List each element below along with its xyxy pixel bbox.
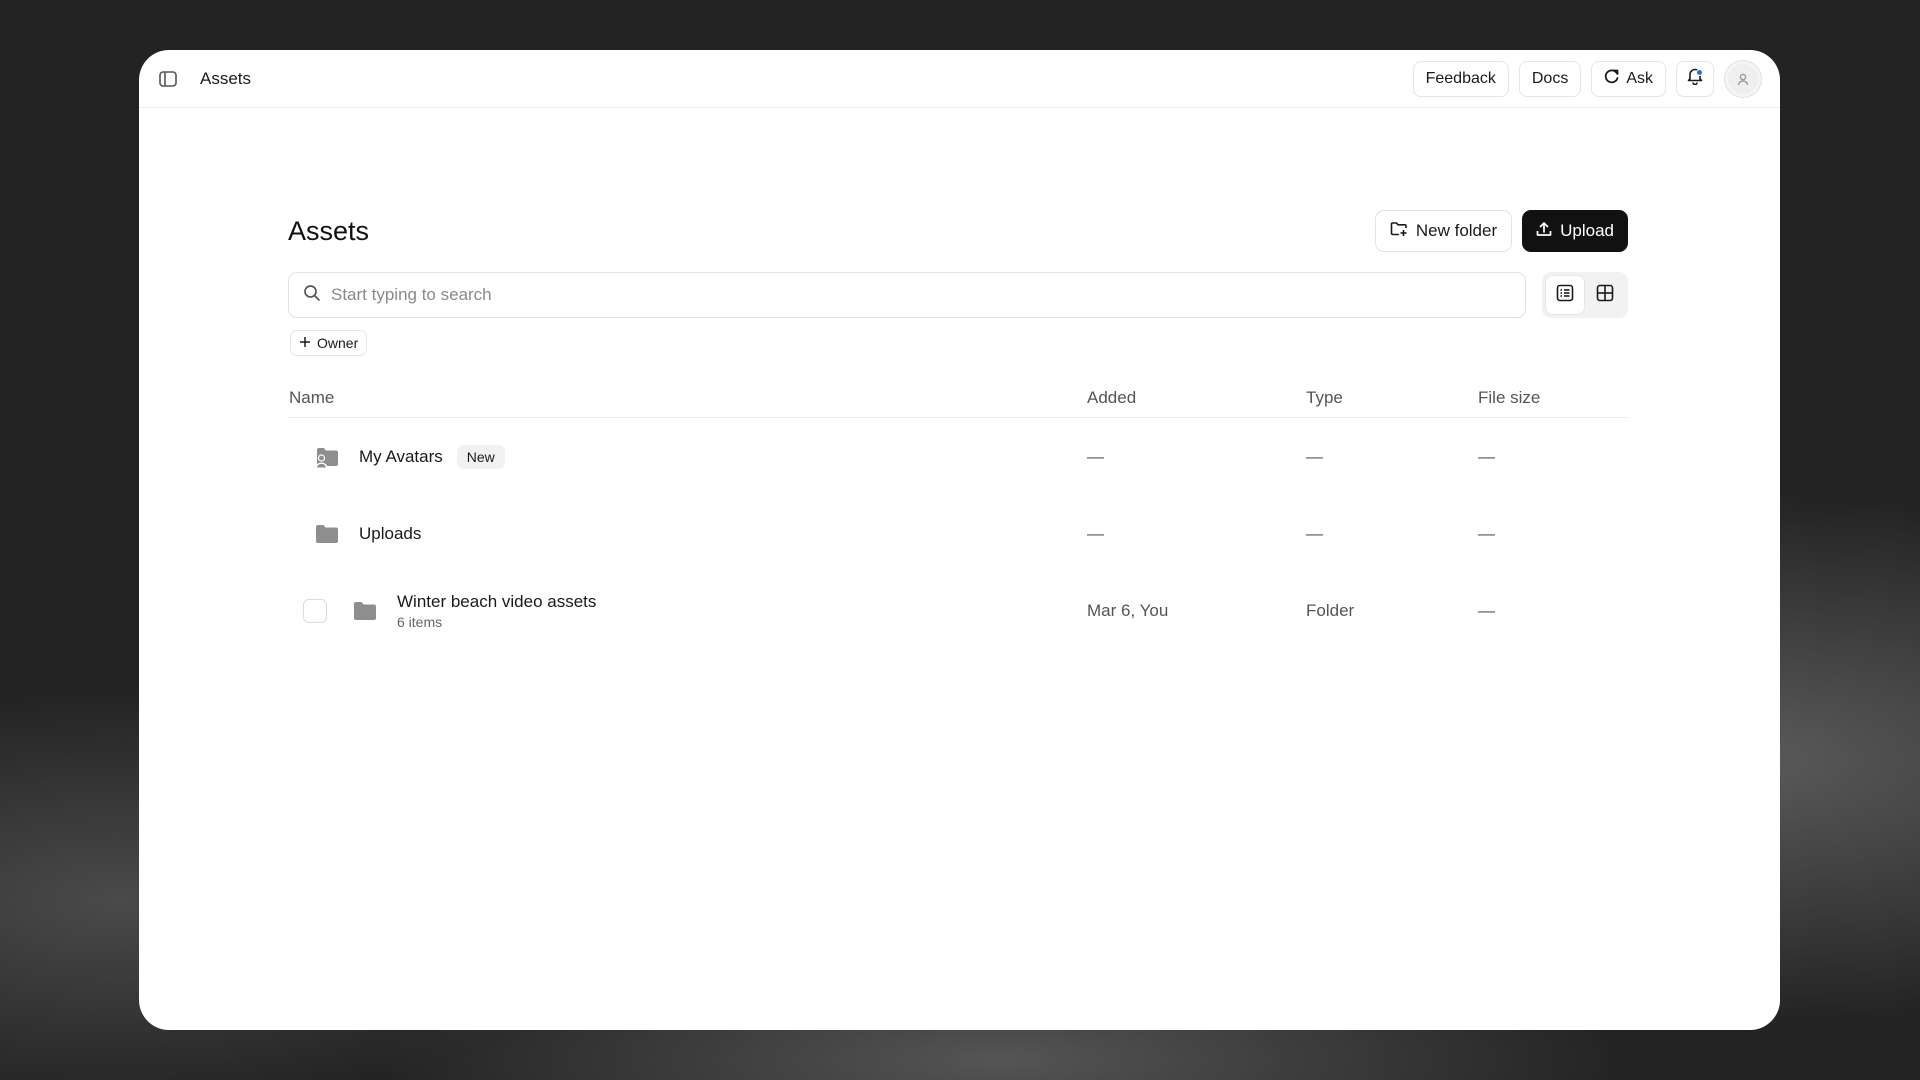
list-view-button[interactable]: [1546, 276, 1584, 314]
page-title: Assets: [288, 215, 370, 246]
row-name-stack: Winter beach video assets 6 items: [397, 592, 596, 630]
row-name: Winter beach video assets: [397, 591, 597, 611]
docs-label: Docs: [1531, 69, 1569, 87]
main-content: Assets New folder Upload Start typing to…: [288, 210, 1628, 649]
plus-icon: [299, 335, 311, 351]
row-checkbox[interactable]: [303, 598, 327, 623]
ask-button[interactable]: Ask: [1591, 60, 1666, 97]
table-header: Name Added Type File size: [288, 378, 1628, 418]
row-item-count: 6 items: [397, 613, 443, 630]
table-row[interactable]: Uploads — — —: [288, 495, 1628, 572]
row-added: —: [1087, 446, 1104, 466]
row-name-cell: My Avatars New: [289, 443, 1087, 471]
row-type: —: [1306, 446, 1323, 466]
ask-icon: [1604, 68, 1620, 89]
row-added: Mar 6, You: [1087, 600, 1169, 620]
header-actions: New folder Upload: [1374, 210, 1628, 252]
topbar-title: Assets: [200, 68, 252, 88]
column-header-added[interactable]: Added: [1087, 388, 1306, 408]
filter-row: Owner: [288, 330, 1628, 356]
search-input[interactable]: [331, 285, 1511, 305]
column-header-file-size[interactable]: File size: [1478, 388, 1628, 408]
new-folder-button[interactable]: New folder: [1374, 210, 1513, 252]
grid-view-icon: [1596, 284, 1614, 307]
upload-button[interactable]: Upload: [1522, 210, 1628, 252]
search-icon: [303, 284, 321, 307]
table-row[interactable]: Winter beach video assets 6 items Mar 6,…: [288, 572, 1628, 649]
grid-view-button[interactable]: [1586, 276, 1624, 314]
row-size: —: [1478, 523, 1495, 543]
top-bar: Assets Feedback Docs Ask: [139, 50, 1780, 108]
upload-icon: [1536, 221, 1552, 242]
notifications-button[interactable]: [1676, 60, 1714, 97]
column-header-type[interactable]: Type: [1306, 388, 1478, 408]
new-folder-label: New folder: [1415, 221, 1498, 240]
folder-plus-icon: [1390, 221, 1408, 242]
sidebar-toggle-icon[interactable]: [158, 69, 178, 89]
docs-button[interactable]: Docs: [1518, 60, 1582, 97]
folder-icon: [313, 520, 341, 548]
owner-filter-chip[interactable]: Owner: [290, 330, 368, 356]
row-name-cell: Uploads: [289, 520, 1087, 548]
row-type: —: [1306, 523, 1323, 543]
user-icon: [1728, 63, 1758, 94]
feedback-label: Feedback: [1425, 69, 1496, 87]
view-toggle: [1542, 272, 1628, 318]
topbar-actions: Feedback Docs Ask: [1412, 59, 1762, 98]
app-window: Assets Feedback Docs Ask Assets New fold…: [139, 50, 1780, 1030]
row-size: —: [1478, 446, 1495, 466]
assets-table: Name Added Type File size My Avatars New…: [288, 378, 1628, 649]
row-name: My Avatars: [359, 446, 443, 466]
row-size: —: [1478, 600, 1495, 620]
row-name-cell: Winter beach video assets 6 items: [289, 592, 1087, 630]
table-row[interactable]: My Avatars New — — —: [288, 418, 1628, 495]
ask-label: Ask: [1626, 69, 1653, 87]
new-badge: New: [456, 444, 505, 469]
page-header: Assets New folder Upload: [288, 210, 1628, 252]
search-box[interactable]: [288, 272, 1526, 318]
search-row: [288, 272, 1628, 318]
owner-filter-label: Owner: [317, 335, 359, 351]
row-type: Folder: [1306, 600, 1355, 620]
notification-dot: [1696, 68, 1703, 76]
avatar-folder-icon: [313, 443, 341, 471]
list-view-icon: [1556, 284, 1574, 307]
avatar[interactable]: [1724, 59, 1762, 98]
row-name: Uploads: [359, 523, 422, 543]
folder-icon: [351, 597, 379, 625]
column-header-name[interactable]: Name: [289, 388, 1087, 408]
feedback-button[interactable]: Feedback: [1412, 60, 1509, 97]
row-added: —: [1087, 523, 1104, 543]
upload-label: Upload: [1560, 221, 1614, 240]
